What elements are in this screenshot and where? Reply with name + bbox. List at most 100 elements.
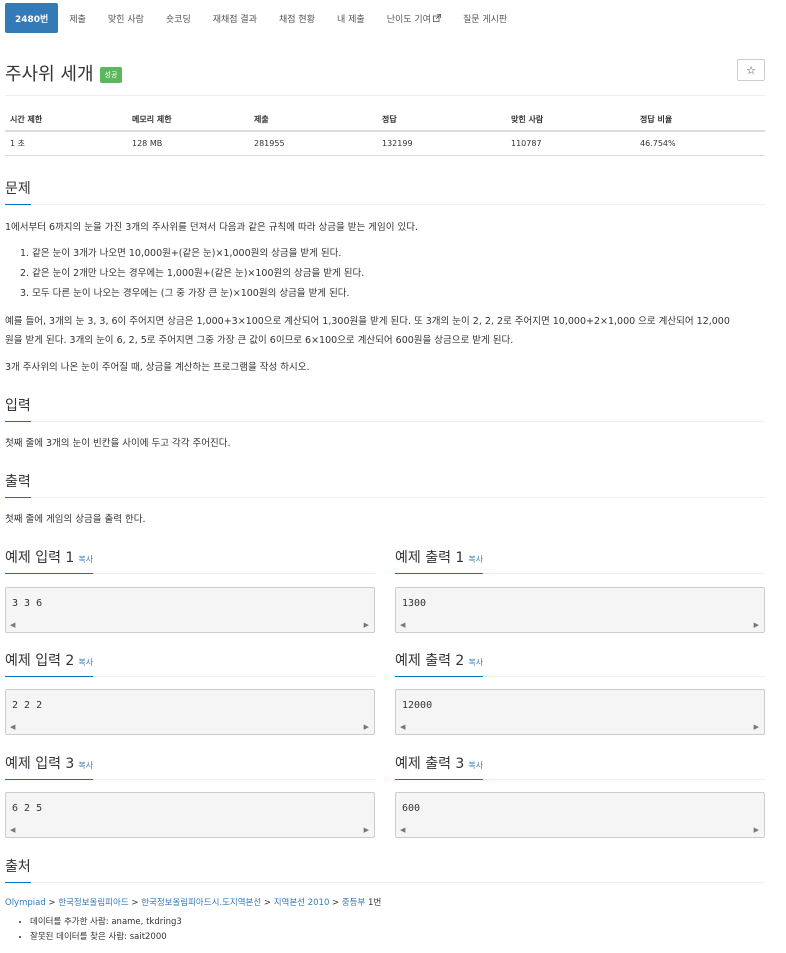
- external-link-icon: [432, 14, 441, 22]
- accepted-value: 132199: [382, 139, 413, 148]
- submissions-value: 281955: [254, 139, 285, 148]
- nav-label: 난이도 기여: [386, 14, 431, 25]
- copy-button[interactable]: 복사: [468, 761, 483, 770]
- rule-list: 1. 같은 눈이 3개가 나오면 10,000원+(같은 눈)×1,000원의 …: [20, 244, 760, 304]
- list-item: 잘못된 데이터를 찾은 사람: sait2000: [30, 930, 182, 945]
- favorite-button[interactable]: ☆: [737, 59, 765, 81]
- problem-nav: 2480번 제출 맞힌 사람 숏코딩 재채점 결과 채점 현황 내 제출 난이도…: [5, 3, 518, 33]
- scroll-left-icon[interactable]: ◀: [400, 621, 405, 629]
- copy-button[interactable]: 복사: [78, 761, 93, 770]
- nav-problem-number[interactable]: 2480번: [5, 3, 59, 33]
- nav-label: 제출: [69, 14, 86, 25]
- scroll-left-icon[interactable]: ◀: [10, 723, 15, 731]
- header-solved-users: 맞힌 사람: [511, 114, 544, 124]
- source-link-middle-school[interactable]: 중등부: [342, 898, 365, 908]
- scroll-left-icon[interactable]: ◀: [10, 621, 15, 629]
- nav-my-submissions[interactable]: 내 제출: [326, 3, 376, 33]
- sample-input-box[interactable]: 2 2 2 ◀ ▶: [5, 689, 375, 735]
- sample-title: 예제 입력 2 복사: [5, 650, 94, 677]
- sample-input-box[interactable]: 3 3 6 ◀ ▶: [5, 587, 375, 633]
- copy-button[interactable]: 복사: [468, 658, 483, 667]
- problem-task: 3개 주사위의 나온 눈이 주어질 때, 상금을 계산하는 프로그램을 작성 하…: [5, 362, 310, 373]
- sample-input-title: 예제 입력 1: [5, 550, 75, 566]
- header-accepted: 정답: [382, 114, 397, 124]
- sample-output-2-header: 예제 출력 2 복사: [395, 650, 765, 677]
- nav-label: 재채점 결과: [212, 14, 257, 25]
- nav-label: 채점 현황: [279, 14, 315, 25]
- nav-short-coding[interactable]: 숏코딩: [155, 3, 202, 33]
- sample-title: 예제 출력 3 복사: [395, 753, 484, 780]
- header-time-limit: 시간 제한: [10, 114, 43, 124]
- sample-output-box[interactable]: 600 ◀ ▶: [395, 792, 765, 838]
- time-limit-value: 1 초: [10, 139, 25, 148]
- nav-label: 질문 게시판: [462, 14, 508, 25]
- sample-output-box[interactable]: 1300 ◀ ▶: [395, 587, 765, 633]
- nav-label: 숏코딩: [165, 14, 191, 25]
- divider: [5, 421, 765, 422]
- sample-output-box[interactable]: 12000 ◀ ▶: [395, 689, 765, 735]
- scroll-right-icon[interactable]: ▶: [364, 723, 369, 731]
- section-title: 출력: [5, 471, 31, 498]
- problem-info-table: 시간 제한 메모리 제한 제출 정답 맞힌 사람 정답 비율 1 초 128 M…: [5, 108, 765, 156]
- input-description: 첫째 줄에 3개의 눈이 빈칸을 사이에 두고 각각 주어진다.: [5, 438, 231, 449]
- scroll-left-icon[interactable]: ◀: [400, 723, 405, 731]
- header-ratio: 정답 비율: [640, 114, 673, 124]
- title-row: 주사위 세개 성공 ☆: [5, 59, 765, 86]
- sample-input-box[interactable]: 6 2 5 ◀ ▶: [5, 792, 375, 838]
- nav-submit[interactable]: 제출: [58, 3, 97, 33]
- section-source: 출처: [5, 856, 765, 883]
- sample-title: 예제 입력 3 복사: [5, 753, 94, 780]
- source-link-koi-regional[interactable]: 한국정보올림피아드시.도지역본선: [141, 898, 261, 908]
- sample-output-text: 12000: [402, 700, 433, 711]
- output-description: 첫째 줄에 게임의 상금을 출력 한다.: [5, 514, 146, 525]
- page-title: 주사위 세개: [5, 64, 94, 85]
- sample-output-1-header: 예제 출력 1 복사: [395, 547, 765, 574]
- nav-board[interactable]: 질문 게시판: [452, 3, 518, 33]
- nav-label: 내 제출: [336, 14, 365, 25]
- sample-input-title: 예제 입력 2: [5, 653, 75, 669]
- scroll-left-icon[interactable]: ◀: [10, 826, 15, 834]
- ratio-value: 46.754%: [640, 139, 676, 148]
- scroll-right-icon[interactable]: ▶: [754, 826, 759, 834]
- scroll-right-icon[interactable]: ▶: [754, 723, 759, 731]
- nav-status[interactable]: 채점 현황: [268, 3, 326, 33]
- sample-output-text: 600: [402, 803, 421, 814]
- table-row: 1 초 128 MB 281955 132199 110787 46.754%: [5, 132, 765, 156]
- source-link-2010[interactable]: 지역본선 2010: [274, 898, 330, 908]
- section-input: 입력: [5, 395, 765, 422]
- header-submissions: 제출: [254, 114, 269, 124]
- list-item: 2. 같은 눈이 2개만 나오는 경우에는 1,000원+(같은 눈)×100원…: [20, 268, 365, 279]
- nav-solved-users[interactable]: 맞힌 사람: [97, 3, 155, 33]
- scroll-right-icon[interactable]: ▶: [754, 621, 759, 629]
- nav-rejudge[interactable]: 재채점 결과: [202, 3, 268, 33]
- scroll-left-icon[interactable]: ◀: [400, 826, 405, 834]
- section-problem: 문제: [5, 178, 765, 205]
- problem-intro: 1에서부터 6까지의 눈을 가진 3개의 주사위를 던져서 다음과 같은 규칙에…: [5, 222, 419, 233]
- breadcrumb-separator: >: [329, 898, 342, 908]
- nav-label: 맞힌 사람: [107, 14, 144, 25]
- sample-output-title: 예제 출력 3: [395, 756, 465, 772]
- copy-button[interactable]: 복사: [78, 658, 93, 667]
- divider: [5, 882, 765, 883]
- scroll-right-icon[interactable]: ▶: [364, 826, 369, 834]
- divider: [5, 204, 765, 205]
- copy-button[interactable]: 복사: [78, 555, 93, 564]
- sample-input-title: 예제 입력 3: [5, 756, 75, 772]
- sample-input-3-header: 예제 입력 3 복사: [5, 753, 375, 780]
- breadcrumb-separator: >: [128, 898, 142, 908]
- scroll-right-icon[interactable]: ▶: [364, 621, 369, 629]
- divider: [5, 95, 765, 96]
- copy-button[interactable]: 복사: [468, 555, 483, 564]
- source-link-olympiad[interactable]: Olympiad: [5, 898, 46, 908]
- list-item: 3. 모두 다른 눈이 나오는 경우에는 (그 중 가장 큰 눈)×100원의 …: [20, 288, 350, 299]
- source-link-koi[interactable]: 한국정보올림피아드: [58, 898, 128, 908]
- divider: [5, 497, 765, 498]
- sample-title: 예제 출력 2 복사: [395, 650, 484, 677]
- nav-difficulty[interactable]: 난이도 기여: [376, 3, 452, 33]
- sample-output-title: 예제 출력 1: [395, 550, 465, 566]
- section-output: 출력: [5, 471, 765, 498]
- star-icon: ☆: [746, 63, 756, 77]
- sample-title: 예제 출력 1 복사: [395, 547, 484, 574]
- status-badge: 성공: [99, 67, 123, 83]
- source-problem-number: 1번: [365, 898, 382, 908]
